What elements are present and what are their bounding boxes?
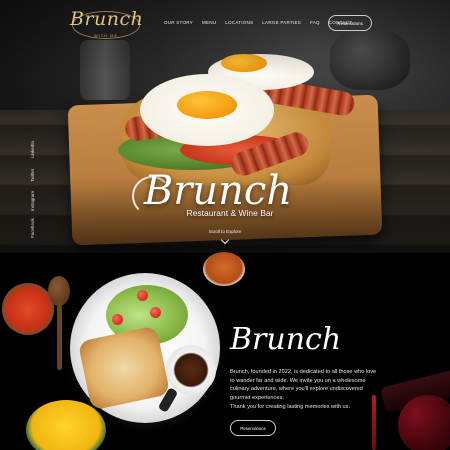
- cherry-tomato: [137, 290, 148, 301]
- social-link-instagram[interactable]: Instagram: [30, 191, 35, 211]
- sauce-cup: [166, 345, 216, 395]
- site-logo[interactable]: Brunch WITH ME: [70, 8, 144, 42]
- hero-subtitle: Restaurant & Wine Bar: [186, 208, 274, 218]
- logo-text: Brunch: [70, 8, 144, 30]
- wine-pour: [372, 395, 376, 450]
- hero-section: Brunch WITH ME OUR STORY MENU LOCATIONS …: [0, 0, 450, 253]
- social-link-twitter[interactable]: Twitter: [30, 169, 35, 182]
- social-link-facebook[interactable]: Facebook: [30, 218, 35, 238]
- reservations-button-secondary[interactable]: Reservations: [230, 420, 276, 436]
- scroll-to-explore-link[interactable]: Scroll to Explore: [196, 229, 254, 234]
- diced-tomato-bowl: [2, 283, 54, 335]
- cherry-tomato: [150, 307, 161, 318]
- wooden-spoon-handle: [57, 300, 62, 370]
- social-link-linkedin[interactable]: LinkedIn: [30, 141, 35, 158]
- nav-item-locations[interactable]: LOCATIONS: [225, 20, 253, 25]
- about-paragraph: Brunch, founded in 2022, is dedicated to…: [230, 369, 377, 401]
- about-title: Brunch: [230, 322, 342, 357]
- nav-item-large-parties[interactable]: LARGE PARTIES: [262, 20, 301, 25]
- social-links: Facebook Instagram Twitter LinkedIn: [30, 138, 50, 238]
- nav-item-menu[interactable]: MENU: [202, 20, 216, 25]
- dip-bowl: [203, 252, 245, 286]
- nav-item-faq[interactable]: FAQ: [310, 20, 320, 25]
- cherry-tomato: [112, 314, 123, 325]
- wine-glass: [398, 395, 450, 450]
- reservations-button[interactable]: Reservations: [328, 15, 372, 31]
- thank-you-text: Thank you for creating lasting memories …: [230, 404, 351, 410]
- logo-tagline: WITH ME: [93, 33, 119, 38]
- nav-item-our-story[interactable]: OUR STORY: [164, 20, 193, 25]
